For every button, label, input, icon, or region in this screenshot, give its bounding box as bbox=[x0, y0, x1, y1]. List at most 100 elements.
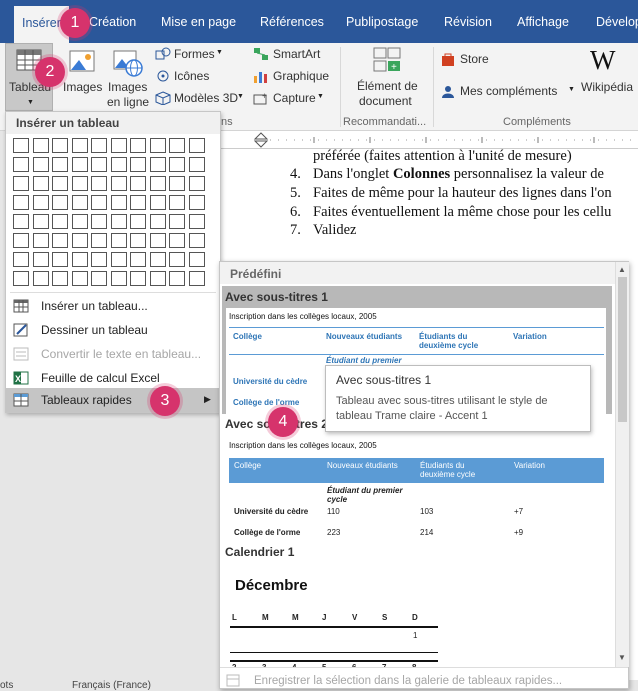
table-grid-cell[interactable] bbox=[110, 233, 127, 248]
my-addins-button[interactable]: Mes compléments ▼ bbox=[441, 83, 577, 101]
table-grid-cell[interactable] bbox=[149, 233, 166, 248]
document-item-button[interactable]: Élément de document bbox=[350, 78, 422, 112]
table-grid-cell[interactable] bbox=[130, 138, 146, 153]
table-grid-cell[interactable] bbox=[188, 176, 205, 191]
table-grid-cell[interactable] bbox=[169, 176, 185, 191]
table-grid-cell[interactable] bbox=[71, 252, 88, 267]
table-grid-cell[interactable] bbox=[13, 233, 29, 248]
table-grid-cell[interactable] bbox=[32, 214, 49, 229]
table-grid-cell[interactable] bbox=[188, 252, 205, 267]
table-grid-cell[interactable] bbox=[110, 157, 127, 172]
table-grid-cell[interactable] bbox=[13, 138, 29, 153]
table-grid-cell[interactable] bbox=[52, 138, 68, 153]
table-grid-cell[interactable] bbox=[110, 271, 127, 286]
table-grid-cell[interactable] bbox=[91, 176, 107, 191]
menu-excel-sheet[interactable]: X Feuille de calcul Excel bbox=[6, 366, 220, 390]
tab-affichage[interactable]: Affichage bbox=[517, 15, 569, 29]
table-grid-cell[interactable] bbox=[188, 233, 205, 248]
table-size-grid[interactable] bbox=[10, 138, 216, 288]
table-grid-cell[interactable] bbox=[52, 233, 68, 248]
table-grid-cell[interactable] bbox=[110, 195, 127, 210]
table-grid-cell[interactable] bbox=[52, 252, 68, 267]
table-grid-cell[interactable] bbox=[13, 252, 29, 267]
table-grid-cell[interactable] bbox=[188, 214, 205, 229]
table-grid-cell[interactable] bbox=[91, 195, 107, 210]
tab-creation[interactable]: Création bbox=[89, 15, 136, 29]
smartart-button[interactable]: SmartArt bbox=[253, 45, 333, 63]
table-grid-cell[interactable] bbox=[91, 138, 107, 153]
table-grid-cell[interactable] bbox=[32, 252, 49, 267]
table-grid-cell[interactable] bbox=[130, 195, 146, 210]
table-grid-cell[interactable] bbox=[169, 157, 185, 172]
table-grid-cell[interactable] bbox=[71, 176, 88, 191]
table-grid-cell[interactable] bbox=[52, 176, 68, 191]
table-grid-cell[interactable] bbox=[149, 176, 166, 191]
shapes-button[interactable]: Formes ▼ bbox=[155, 45, 240, 63]
table-grid-cell[interactable] bbox=[32, 271, 49, 286]
table-grid-cell[interactable] bbox=[169, 271, 185, 286]
tab-revision[interactable]: Révision bbox=[444, 15, 492, 29]
table-grid-cell[interactable] bbox=[130, 252, 146, 267]
table-grid-cell[interactable] bbox=[52, 214, 68, 229]
scroll-down-icon[interactable]: ▼ bbox=[618, 653, 626, 662]
table-grid-cell[interactable] bbox=[130, 157, 146, 172]
table-grid-cell[interactable] bbox=[149, 138, 166, 153]
table-grid-cell[interactable] bbox=[110, 252, 127, 267]
gallery-scrollbar[interactable]: ▲ ▼ bbox=[615, 262, 629, 667]
scroll-thumb[interactable] bbox=[618, 277, 627, 422]
table-grid-cell[interactable] bbox=[130, 214, 146, 229]
table-grid-cell[interactable] bbox=[91, 233, 107, 248]
table-grid-cell[interactable] bbox=[110, 176, 127, 191]
table-grid-cell[interactable] bbox=[149, 271, 166, 286]
table-grid-cell[interactable] bbox=[71, 233, 88, 248]
table-grid-cell[interactable] bbox=[169, 195, 185, 210]
table-grid-cell[interactable] bbox=[13, 214, 29, 229]
table-grid-cell[interactable] bbox=[169, 233, 185, 248]
table-grid-cell[interactable] bbox=[13, 176, 29, 191]
wikipedia-button[interactable]: Wikipédia bbox=[581, 80, 633, 94]
images-button[interactable]: Images bbox=[63, 80, 102, 94]
table-grid-cell[interactable] bbox=[71, 214, 88, 229]
table-grid-cell[interactable] bbox=[91, 157, 107, 172]
table-grid-cell[interactable] bbox=[71, 157, 88, 172]
menu-insert-table[interactable]: Insérer un tableau... bbox=[6, 294, 220, 318]
store-button[interactable]: Store bbox=[441, 51, 511, 69]
scroll-up-icon[interactable]: ▲ bbox=[618, 265, 626, 274]
table-grid-cell[interactable] bbox=[130, 176, 146, 191]
table-grid-cell[interactable] bbox=[149, 252, 166, 267]
table-grid-cell[interactable] bbox=[110, 214, 127, 229]
table-grid-cell[interactable] bbox=[52, 195, 68, 210]
tab-developpeur[interactable]: Dévelop bbox=[596, 15, 638, 29]
table-grid-cell[interactable] bbox=[91, 252, 107, 267]
3d-models-button[interactable]: Modèles 3D ▼ bbox=[155, 89, 250, 107]
table-grid-cell[interactable] bbox=[71, 138, 88, 153]
icons-button[interactable]: Icônes bbox=[155, 67, 225, 85]
table-grid-cell[interactable] bbox=[130, 271, 146, 286]
table-grid-cell[interactable] bbox=[13, 157, 29, 172]
table-grid-cell[interactable] bbox=[71, 271, 88, 286]
menu-quick-tables[interactable]: Tableaux rapides ▶ bbox=[6, 388, 220, 412]
table-grid-cell[interactable] bbox=[188, 195, 205, 210]
table-grid-cell[interactable] bbox=[188, 157, 205, 172]
menu-draw-table[interactable]: Dessiner un tableau bbox=[6, 318, 220, 342]
table-grid-cell[interactable] bbox=[110, 138, 127, 153]
table-grid-cell[interactable] bbox=[32, 195, 49, 210]
table-grid-cell[interactable] bbox=[188, 271, 205, 286]
table-grid-cell[interactable] bbox=[32, 176, 49, 191]
tab-mise-en-page[interactable]: Mise en page bbox=[161, 15, 236, 29]
table-grid-cell[interactable] bbox=[71, 195, 88, 210]
table-grid-cell[interactable] bbox=[52, 271, 68, 286]
table-grid-cell[interactable] bbox=[52, 157, 68, 172]
table-grid-cell[interactable] bbox=[169, 214, 185, 229]
screenshot-button[interactable]: + Capture ▼ bbox=[253, 89, 333, 107]
table-grid-cell[interactable] bbox=[149, 157, 166, 172]
language-status[interactable]: Français (France) bbox=[72, 680, 151, 691]
table-grid-cell[interactable] bbox=[130, 233, 146, 248]
table-grid-cell[interactable] bbox=[13, 271, 29, 286]
table-grid-cell[interactable] bbox=[32, 157, 49, 172]
gallery-item-calendrier-1[interactable]: Calendrier 1 Décembre LMMJVSD 1 2345678 bbox=[222, 543, 612, 667]
table-grid-cell[interactable] bbox=[149, 195, 166, 210]
table-grid-cell[interactable] bbox=[91, 271, 107, 286]
chart-button[interactable]: Graphique bbox=[253, 67, 333, 85]
table-grid-cell[interactable] bbox=[13, 195, 29, 210]
